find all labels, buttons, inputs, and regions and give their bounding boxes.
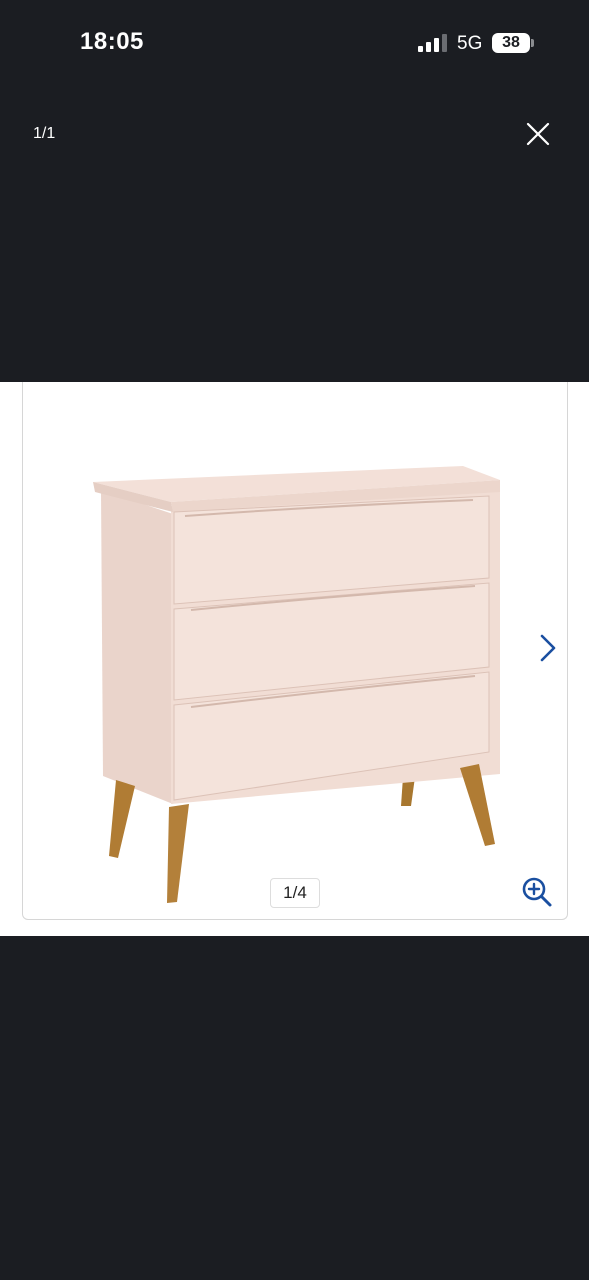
battery-tip [531, 39, 534, 47]
status-bar: 18:05 5G 38 [0, 0, 589, 88]
screen: 18:05 5G 38 1/1 1/4 [0, 0, 589, 1280]
signal-icon [418, 34, 447, 52]
front-leg-right [460, 764, 495, 846]
front-leg-left [167, 804, 189, 903]
network-label: 5G [457, 33, 483, 54]
dresser-image[interactable] [23, 382, 567, 919]
battery-icon: 38 [492, 33, 530, 53]
image-panel: 1/4 [0, 382, 589, 936]
product-gallery-card: 1/4 [22, 382, 568, 920]
dresser-side [101, 490, 173, 804]
close-icon[interactable] [520, 116, 556, 152]
zoom-in-icon[interactable] [521, 876, 553, 908]
chevron-right-icon[interactable] [533, 630, 563, 666]
status-time: 18:05 [80, 28, 144, 55]
front-leg-left-back [109, 780, 135, 858]
image-counter: 1/1 [33, 125, 56, 142]
page-indicator: 1/4 [270, 878, 320, 908]
